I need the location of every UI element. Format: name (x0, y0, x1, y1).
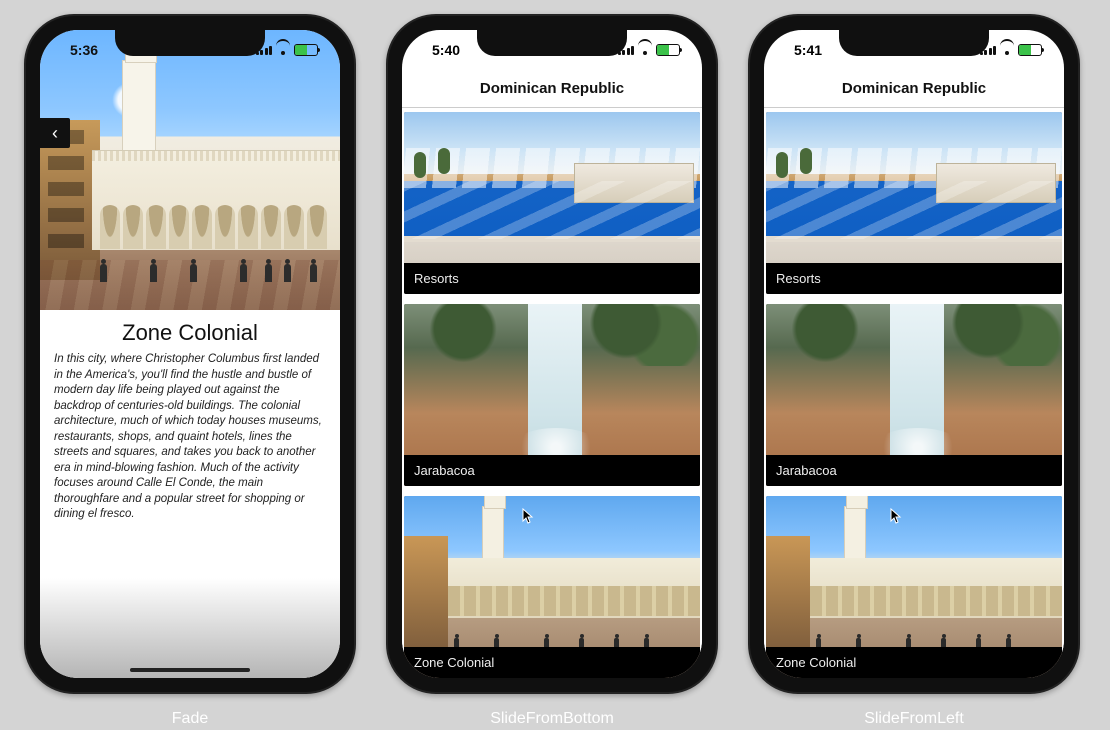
status-time: 5:36 (70, 42, 98, 58)
card-list[interactable]: Resorts Jarabacoa Zone Colonial (402, 108, 702, 678)
battery-icon (294, 44, 318, 56)
detail-description: In this city, where Christopher Columbus… (54, 352, 326, 523)
phone-slidefrombottom: 5:40 Dominican Republic Resorts (386, 14, 718, 694)
caption-fade: Fade (24, 710, 356, 728)
battery-icon (1018, 44, 1042, 56)
notch (115, 30, 265, 56)
detail-title: Zone Colonial (54, 320, 326, 346)
detail-body: Zone Colonial In this city, where Christ… (40, 310, 340, 678)
card-label: Jarabacoa (766, 455, 1062, 486)
card-jarabacoa[interactable]: Jarabacoa (404, 304, 700, 486)
screen-slidefromleft: 5:41 Dominican Republic Resorts (764, 30, 1064, 678)
bottom-fade-gradient (40, 578, 340, 678)
status-time: 5:41 (794, 42, 822, 58)
hero-image (40, 30, 340, 310)
status-right (980, 44, 1043, 56)
notch (839, 30, 989, 56)
card-zone-colonial[interactable]: Zone Colonial (404, 496, 700, 678)
cursor-icon (890, 508, 902, 524)
battery-icon (656, 44, 680, 56)
card-label: Zone Colonial (766, 647, 1062, 678)
screen-slidefrombottom: 5:40 Dominican Republic Resorts (402, 30, 702, 678)
phones-row: 5:36 (0, 0, 1110, 708)
card-resorts[interactable]: Resorts (766, 112, 1062, 294)
cursor-icon (522, 508, 534, 524)
nav-title: Dominican Republic (842, 80, 986, 97)
notch (477, 30, 627, 56)
caption-slidefrombottom: SlideFromBottom (386, 710, 718, 728)
card-list[interactable]: Resorts Jarabacoa Zone Colonial (764, 108, 1064, 678)
status-right (256, 44, 319, 56)
card-zone-colonial[interactable]: Zone Colonial (766, 496, 1062, 678)
status-right (618, 44, 681, 56)
nav-bar: Dominican Republic (764, 70, 1064, 108)
phone-fade: 5:36 (24, 14, 356, 694)
card-resorts[interactable]: Resorts (404, 112, 700, 294)
wifi-icon (638, 45, 652, 55)
card-label: Zone Colonial (404, 647, 700, 678)
card-label: Resorts (404, 263, 700, 294)
captions-row: Fade SlideFromBottom SlideFromLeft (0, 710, 1110, 728)
home-indicator[interactable] (130, 668, 250, 672)
back-icon: ‹ (52, 123, 58, 144)
screen-fade: 5:36 (40, 30, 340, 678)
status-time: 5:40 (432, 42, 460, 58)
back-button[interactable]: ‹ (40, 118, 70, 148)
nav-bar: Dominican Republic (402, 70, 702, 108)
card-label: Resorts (766, 263, 1062, 294)
wifi-icon (1000, 45, 1014, 55)
card-label: Jarabacoa (404, 455, 700, 486)
nav-title: Dominican Republic (480, 80, 624, 97)
wifi-icon (276, 45, 290, 55)
card-jarabacoa[interactable]: Jarabacoa (766, 304, 1062, 486)
phone-slidefromleft: 5:41 Dominican Republic Resorts (748, 14, 1080, 694)
caption-slidefromleft: SlideFromLeft (748, 710, 1080, 728)
